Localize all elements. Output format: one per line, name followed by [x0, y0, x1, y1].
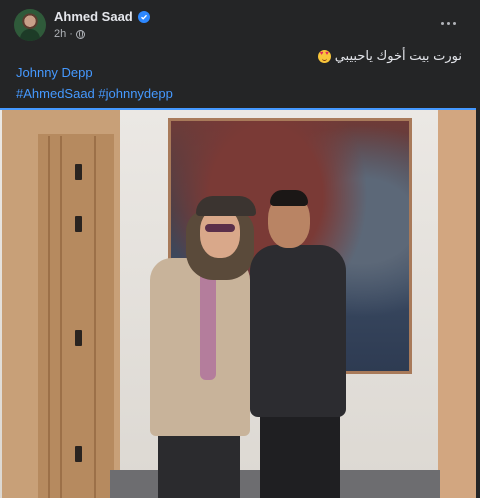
hashtags-link[interactable]: #AhmedSaad #johnnydepp — [16, 86, 173, 101]
meta-separator: · — [69, 28, 73, 40]
photo-right-wall — [438, 110, 476, 498]
globe-icon — [75, 29, 85, 39]
post-photo[interactable] — [0, 108, 476, 498]
person-right-legs — [260, 410, 340, 498]
mention-link[interactable]: Johnny Depp — [16, 65, 93, 80]
post-caption: نورت بيت أخوك ياحبيبي — [317, 48, 462, 64]
caption-text: نورت بيت أخوك ياحبيبي — [334, 48, 462, 63]
person-left-legs — [158, 430, 240, 498]
smiling-face-with-heart-eyes-icon — [317, 49, 331, 63]
person-left-hat — [196, 196, 256, 216]
author-name-row: Ahmed Saad — [54, 9, 150, 24]
post-header: Ahmed Saad 2h · — [12, 8, 468, 44]
more-options-icon[interactable] — [438, 18, 458, 28]
avatar[interactable] — [14, 9, 46, 41]
photo-door — [2, 110, 120, 498]
person-left-glasses — [205, 224, 235, 232]
author-name[interactable]: Ahmed Saad — [54, 9, 133, 24]
verified-badge-icon — [137, 10, 150, 23]
post-meta: 2h · — [54, 28, 85, 40]
post-time[interactable]: 2h — [54, 28, 66, 40]
person-right-body — [250, 245, 346, 417]
person-right-hair — [270, 190, 308, 206]
facebook-post: Ahmed Saad 2h · نورت بيت أخوك ياحبيبي Jo… — [0, 0, 480, 498]
